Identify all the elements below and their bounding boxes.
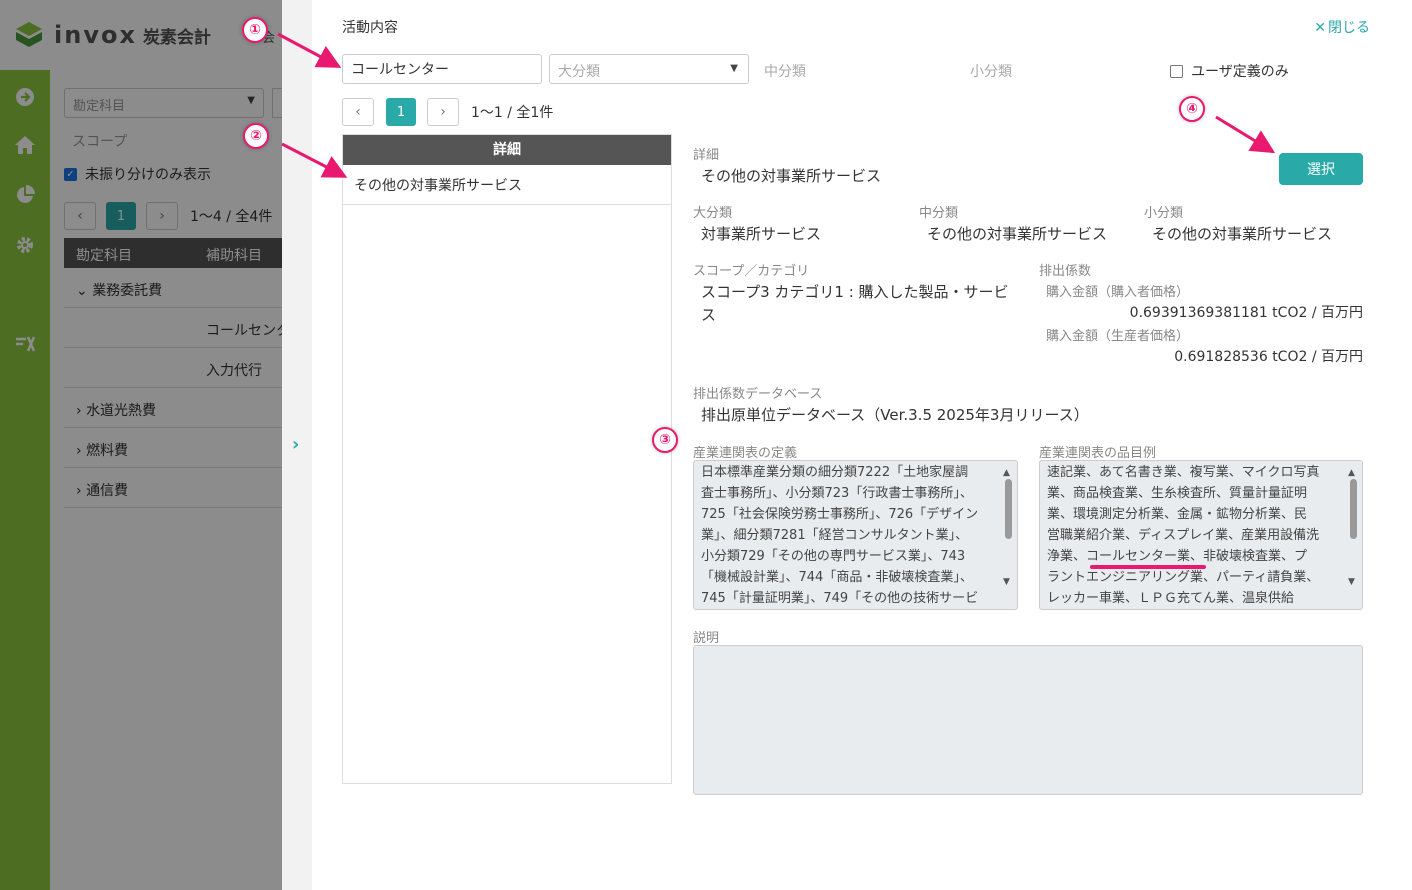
scope-category-value-cont: ス — [701, 306, 717, 324]
small-category-label: 小分類 — [1144, 206, 1184, 221]
detail-label: 詳細 — [693, 148, 720, 163]
io-items-line: レッカー車業、ＬＰＧ充てん業、温泉供給 — [1047, 591, 1295, 606]
large-category-label: 大分類 — [693, 206, 733, 221]
factor-producer-label: 購入金額（生産者価格） — [1046, 329, 1190, 344]
chevron-right-icon[interactable]: › — [292, 434, 299, 455]
io-definition-line: 日本標準産業分類の細分類7222「土地家屋調 — [701, 465, 969, 480]
pagination: ‹ 1 › 1〜1 / 全1件 — [342, 98, 553, 126]
result-list-header: 詳細 — [343, 135, 671, 165]
annotation-badge-2: ② — [243, 123, 269, 149]
io-items-line: 速記業、あて名書き業、複写業、マイクロ写真 — [1047, 465, 1320, 480]
scope-category-label: スコープ／カテゴリ — [693, 264, 810, 279]
scope-category-value: スコープ3 カテゴリ1 : 購入した製品・サービ — [701, 283, 1009, 301]
io-definition-line: 745「計量証明業」、749「その他の技術サービ — [701, 591, 979, 606]
pager-info: 1〜1 / 全1件 — [471, 105, 554, 121]
io-items-textarea[interactable]: 速記業、あて名書き業、複写業、マイクロ写真 業、商品検査業、生糸検査所、質量計量… — [1039, 460, 1363, 610]
detail-value: その他の対事業所サービス — [701, 167, 882, 185]
middle-category-select[interactable]: 中分類 — [764, 61, 806, 81]
close-icon[interactable]: ✕ — [1314, 20, 1326, 36]
checkbox-unchecked-icon[interactable] — [1170, 64, 1183, 78]
close-label[interactable]: 閉じる — [1328, 20, 1370, 36]
factor-buyer-value: 0.69391369381181 tCO2 / 百万円 — [1129, 305, 1363, 321]
activity-panel: 活動内容 ✕閉じる 大分類 ▼ 中分類 小分類 ユーザ定義のみ ‹ 1 › 1〜… — [312, 0, 1412, 890]
chevron-left-icon[interactable]: ‹ — [342, 98, 374, 126]
io-items-line: ラントエンジニアリング業、パーティ請負業、 — [1047, 570, 1320, 585]
io-definition-label: 産業連関表の定義 — [693, 446, 798, 461]
emission-factor-label: 排出係数 — [1039, 264, 1092, 279]
annotation-badge-1: ① — [242, 17, 268, 43]
annotation-badge-3: ③ — [652, 427, 678, 453]
highlight-underline — [1090, 565, 1206, 569]
caret-down-icon: ▼ — [730, 63, 738, 74]
panel-collapse-strip[interactable]: › — [282, 0, 312, 890]
close-button[interactable]: ✕ 閉じる — [1314, 17, 1370, 37]
io-items-line: 業、環境測定分析業、金属・鉱物分析業、民 — [1047, 507, 1308, 522]
io-definition-line: 「機械設計業」、744「商品・非破壊検査業」、 — [701, 570, 973, 585]
large-category-placeholder: 大分類 — [558, 64, 600, 80]
page-current[interactable]: 1 — [386, 98, 416, 126]
description-label: 説明 — [693, 631, 720, 646]
activity-search-input[interactable] — [342, 54, 542, 84]
scroll-down-icon[interactable]: ▼ — [1003, 572, 1010, 593]
description-textarea[interactable] — [693, 645, 1363, 795]
io-definition-line: 業」、細分類7281「経営コンサルタント業」、 — [701, 528, 969, 543]
user-defined-only-label: ユーザ定義のみ — [1191, 64, 1289, 80]
annotation-badge-4: ④ — [1179, 96, 1205, 122]
factor-producer-value: 0.691828536 tCO2 / 百万円 — [1174, 349, 1363, 365]
small-category-value: その他の対事業所サービス — [1152, 225, 1333, 243]
factor-db-value: 排出原単位データベース（Ver.3.5 2025年3月リリース） — [701, 406, 1089, 424]
chevron-right-icon[interactable]: › — [427, 98, 459, 126]
large-category-value: 対事業所サービス — [701, 225, 822, 243]
small-category-select[interactable]: 小分類 — [970, 61, 1012, 81]
scroll-thumb[interactable] — [1350, 479, 1357, 539]
io-items-line: 営職業紹介業、ディスプレイ業、産業用設備洗 — [1047, 528, 1320, 543]
io-items-label: 産業連関表の品目例 — [1039, 446, 1157, 461]
io-definition-textarea[interactable]: 日本標準産業分類の細分類7222「土地家屋調 査士事務所」、小分類723「行政書… — [693, 460, 1018, 610]
user-defined-only-checkbox[interactable]: ユーザ定義のみ — [1170, 61, 1289, 81]
middle-category-value: その他の対事業所サービス — [927, 225, 1108, 243]
io-items-line: 業、商品検査業、生糸検査所、質量計量証明 — [1047, 486, 1308, 501]
scroll-thumb[interactable] — [1005, 479, 1012, 539]
list-item[interactable]: その他の対事業所サービス — [343, 165, 671, 205]
panel-title: 活動内容 — [342, 20, 398, 36]
large-category-select[interactable]: 大分類 ▼ — [549, 54, 749, 84]
io-definition-line: 725「社会保険労務士事務所」、726「デザイン — [701, 507, 979, 522]
middle-category-label: 中分類 — [919, 206, 959, 221]
io-definition-line: 小分類729「その他の専門サービス業」、743 — [701, 549, 966, 564]
scrollbar[interactable]: ▲ ▼ — [1346, 463, 1360, 593]
factor-db-label: 排出係数データベース — [693, 387, 823, 402]
factor-buyer-label: 購入金額（購入者価格） — [1046, 285, 1190, 300]
scrollbar[interactable]: ▲ ▼ — [1001, 463, 1015, 593]
io-definition-line: 査士事務所」、小分類723「行政書士事務所」、 — [701, 486, 973, 501]
scroll-down-icon[interactable]: ▼ — [1348, 572, 1355, 593]
io-items-line: 浄業、コールセンター業、非破壊検査業、プ — [1047, 549, 1308, 564]
result-list: 詳細 その他の対事業所サービス — [342, 134, 672, 784]
select-button[interactable]: 選択 — [1279, 153, 1363, 185]
